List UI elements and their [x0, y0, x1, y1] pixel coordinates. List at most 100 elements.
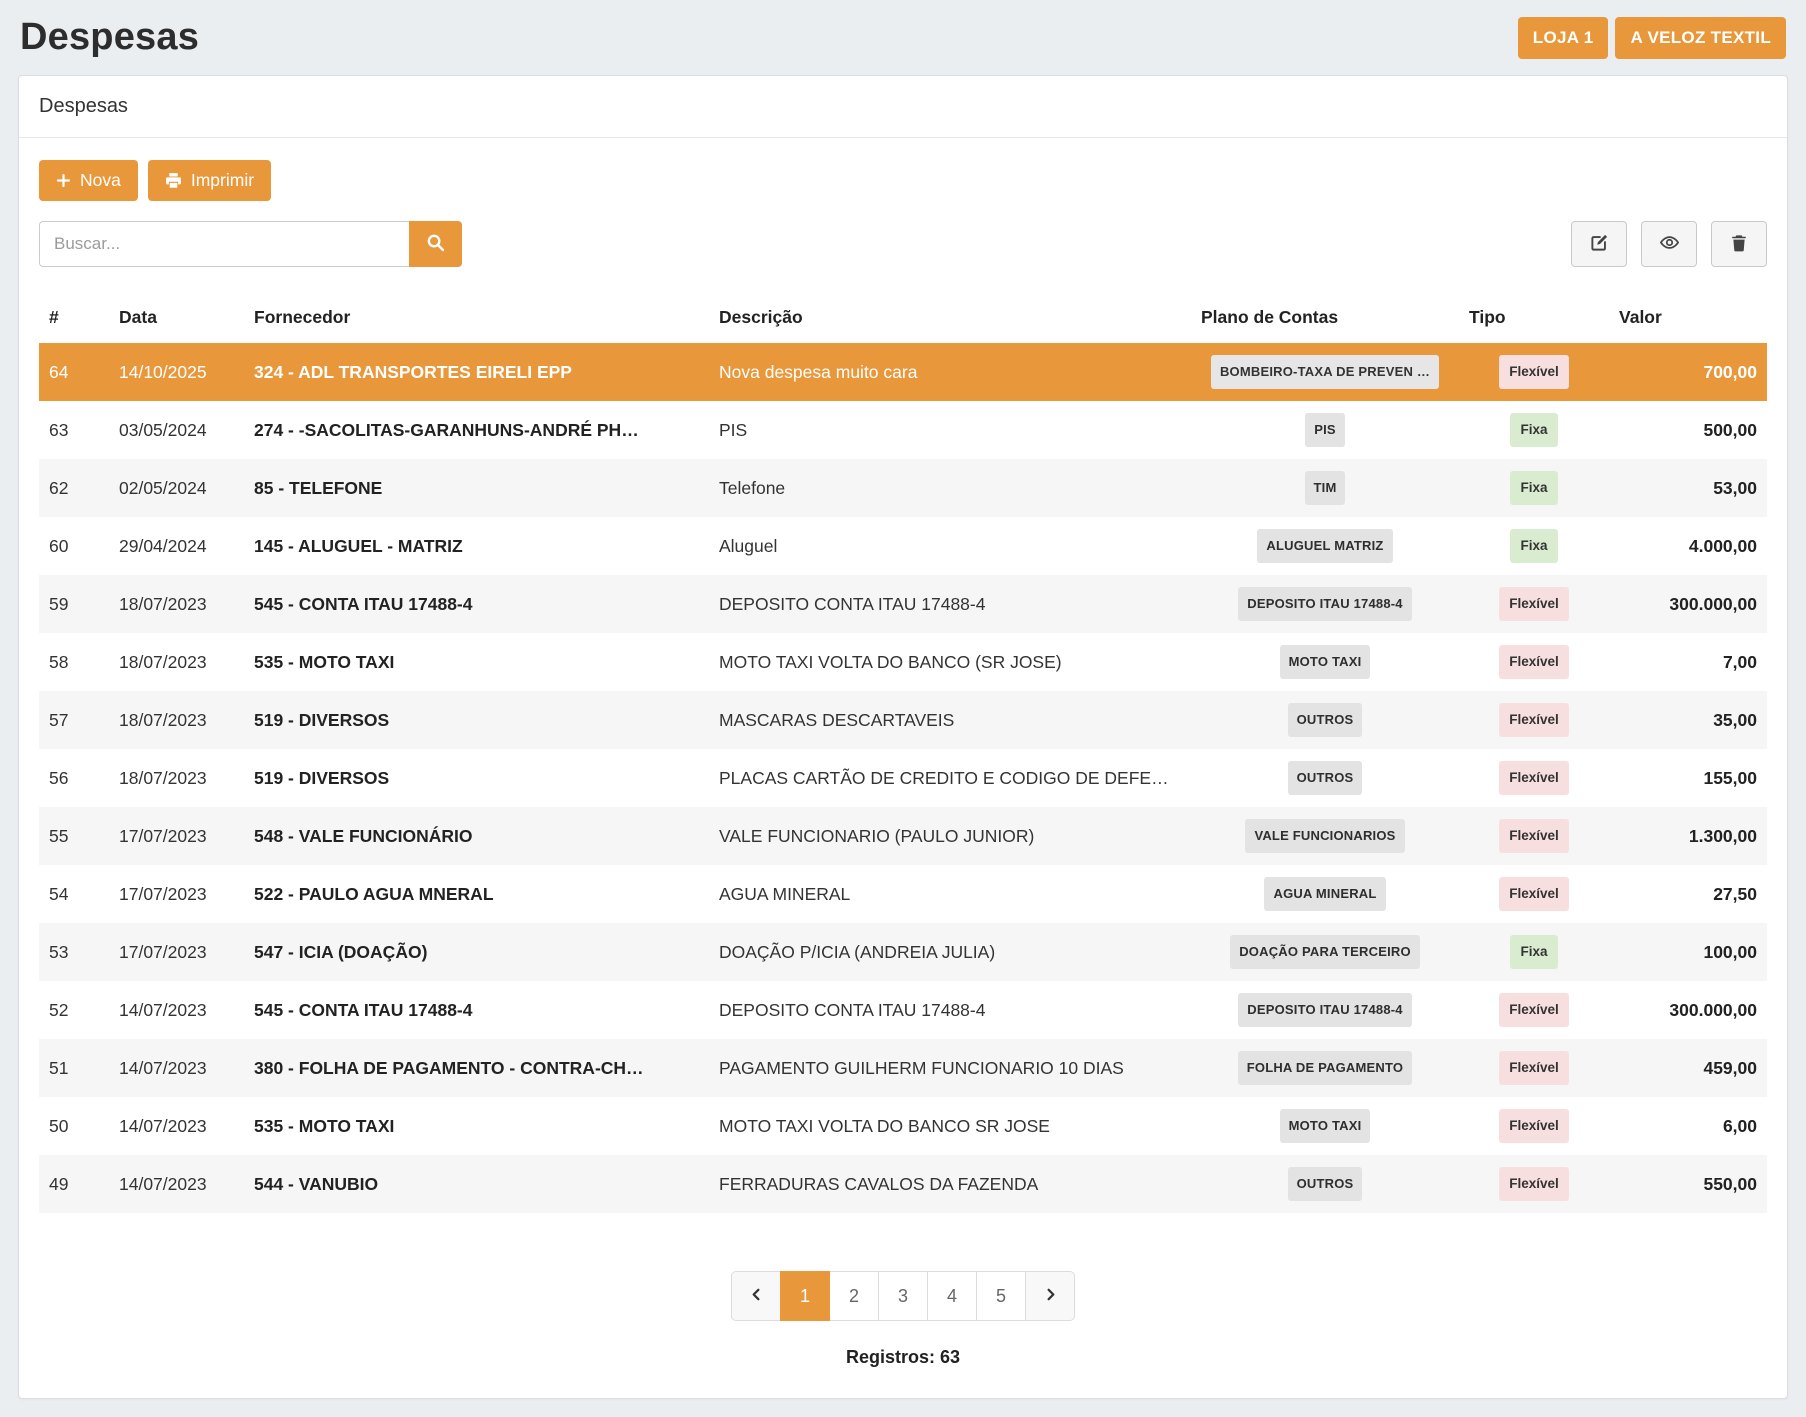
cell-type: Fixa — [1459, 459, 1609, 517]
expenses-table: # Data Fornecedor Descrição Plano de Con… — [39, 293, 1767, 1213]
cell-date: 17/07/2023 — [109, 923, 244, 981]
page-button-2[interactable]: 2 — [829, 1271, 879, 1321]
search-button[interactable] — [409, 221, 462, 267]
table-row[interactable]: 5918/07/2023545 - CONTA ITAU 17488-4DEPO… — [39, 575, 1767, 633]
view-button[interactable] — [1641, 221, 1697, 267]
table-row[interactable]: 6303/05/2024274 - -SACOLITAS-GARANHUNS-A… — [39, 401, 1767, 459]
page-button-1[interactable]: 1 — [780, 1271, 830, 1321]
page-button-5[interactable]: 5 — [976, 1271, 1026, 1321]
table-row[interactable]: 4914/07/2023544 - VANUBIOFERRADURAS CAVA… — [39, 1155, 1767, 1213]
col-header-id: # — [39, 293, 109, 343]
col-header-description: Descrição — [709, 293, 1191, 343]
cell-plan: TIM — [1191, 459, 1459, 517]
type-badge: Flexível — [1499, 1167, 1569, 1201]
cell-description: VALE FUNCIONARIO (PAULO JUNIOR) — [709, 807, 1191, 865]
type-badge: Flexível — [1499, 1051, 1569, 1085]
plan-badge: OUTROS — [1288, 1167, 1363, 1201]
table-row[interactable]: 5417/07/2023522 - PAULO AGUA MNERALAGUA … — [39, 865, 1767, 923]
table-row[interactable]: 6202/05/202485 - TELEFONETelefoneTIMFixa… — [39, 459, 1767, 517]
table-row[interactable]: 5818/07/2023535 - MOTO TAXIMOTO TAXI VOL… — [39, 633, 1767, 691]
cell-date: 14/07/2023 — [109, 1039, 244, 1097]
cell-description: PLACAS CARTÃO DE CREDITO E CODIGO DE DEF… — [709, 749, 1191, 807]
next-page-button[interactable] — [1025, 1271, 1075, 1321]
plan-badge: MOTO TAXI — [1280, 645, 1371, 679]
cell-description: AGUA MINERAL — [709, 865, 1191, 923]
edit-button[interactable] — [1571, 221, 1627, 267]
cell-plan: FOLHA DE PAGAMENTO — [1191, 1039, 1459, 1097]
store-button[interactable]: LOJA 1 — [1518, 17, 1609, 59]
table-row[interactable]: 5317/07/2023547 - ICIA (DOAÇÃO)DOAÇÃO P/… — [39, 923, 1767, 981]
cell-supplier: 380 - FOLHA DE PAGAMENTO - CONTRA-CH… — [244, 1039, 709, 1097]
cell-value: 459,00 — [1609, 1039, 1767, 1097]
cell-value: 35,00 — [1609, 691, 1767, 749]
cell-value: 27,50 — [1609, 865, 1767, 923]
table-header-row: # Data Fornecedor Descrição Plano de Con… — [39, 293, 1767, 343]
plan-badge: VALE FUNCIONARIOS — [1245, 819, 1404, 853]
cell-value: 550,00 — [1609, 1155, 1767, 1213]
cell-id: 53 — [39, 923, 109, 981]
cell-date: 17/07/2023 — [109, 865, 244, 923]
cell-plan: OUTROS — [1191, 749, 1459, 807]
expenses-card: Despesas Nova Imprimir — [18, 75, 1788, 1399]
cell-type: Flexível — [1459, 865, 1609, 923]
table-row[interactable]: 5618/07/2023519 - DIVERSOSPLACAS CARTÃO … — [39, 749, 1767, 807]
new-expense-button[interactable]: Nova — [39, 160, 138, 201]
type-badge: Flexível — [1499, 703, 1569, 737]
delete-button[interactable] — [1711, 221, 1767, 267]
cell-id: 63 — [39, 401, 109, 459]
cell-id: 52 — [39, 981, 109, 1039]
prev-page-button[interactable] — [731, 1271, 781, 1321]
table-row[interactable]: 5214/07/2023545 - CONTA ITAU 17488-4DEPO… — [39, 981, 1767, 1039]
cell-supplier: 535 - MOTO TAXI — [244, 633, 709, 691]
cell-supplier: 522 - PAULO AGUA MNERAL — [244, 865, 709, 923]
cell-value: 100,00 — [1609, 923, 1767, 981]
cell-id: 64 — [39, 343, 109, 401]
cell-date: 18/07/2023 — [109, 575, 244, 633]
cell-plan: VALE FUNCIONARIOS — [1191, 807, 1459, 865]
cell-plan: DEPOSITO ITAU 17488-4 — [1191, 981, 1459, 1039]
cell-id: 54 — [39, 865, 109, 923]
page-button-4[interactable]: 4 — [927, 1271, 977, 1321]
print-button[interactable]: Imprimir — [148, 160, 271, 201]
cell-date: 17/07/2023 — [109, 807, 244, 865]
type-badge: Flexível — [1499, 645, 1569, 679]
cell-id: 62 — [39, 459, 109, 517]
plan-badge: AGUA MINERAL — [1264, 877, 1385, 911]
cell-date: 29/04/2024 — [109, 517, 244, 575]
cell-description: PIS — [709, 401, 1191, 459]
table-row[interactable]: 5014/07/2023535 - MOTO TAXIMOTO TAXI VOL… — [39, 1097, 1767, 1155]
topbar: Despesas LOJA 1 A VELOZ TEXTIL — [20, 16, 1786, 59]
col-header-type: Tipo — [1459, 293, 1609, 343]
cell-plan: OUTROS — [1191, 1155, 1459, 1213]
plan-badge: BOMBEIRO-TAXA DE PREVEN … — [1211, 355, 1439, 389]
search-input[interactable] — [39, 221, 409, 267]
cell-supplier: 324 - ADL TRANSPORTES EIRELI EPP — [244, 343, 709, 401]
cell-supplier: 545 - CONTA ITAU 17488-4 — [244, 981, 709, 1039]
cell-type: Flexível — [1459, 1039, 1609, 1097]
cell-date: 14/07/2023 — [109, 1097, 244, 1155]
type-badge: Flexível — [1499, 587, 1569, 621]
cell-id: 60 — [39, 517, 109, 575]
cell-type: Flexível — [1459, 343, 1609, 401]
pagination: 12345 — [39, 1271, 1767, 1321]
table-row[interactable]: 5718/07/2023519 - DIVERSOSMASCARAS DESCA… — [39, 691, 1767, 749]
table-row[interactable]: 6029/04/2024145 - ALUGUEL - MATRIZAlugue… — [39, 517, 1767, 575]
plan-badge: PIS — [1305, 413, 1345, 447]
cell-id: 49 — [39, 1155, 109, 1213]
cell-description: Nova despesa muito cara — [709, 343, 1191, 401]
cell-supplier: 519 - DIVERSOS — [244, 691, 709, 749]
cell-plan: BOMBEIRO-TAXA DE PREVEN … — [1191, 343, 1459, 401]
table-row[interactable]: 5114/07/2023380 - FOLHA DE PAGAMENTO - C… — [39, 1039, 1767, 1097]
type-badge: Fixa — [1510, 935, 1557, 969]
table-row[interactable]: 6414/10/2025324 - ADL TRANSPORTES EIRELI… — [39, 343, 1767, 401]
table-row[interactable]: 5517/07/2023548 - VALE FUNCIONÁRIOVALE F… — [39, 807, 1767, 865]
cell-plan: DOAÇÃO PARA TERCEIRO — [1191, 923, 1459, 981]
cell-description: DEPOSITO CONTA ITAU 17488-4 — [709, 575, 1191, 633]
cell-description: PAGAMENTO GUILHERM FUNCIONARIO 10 DIAS — [709, 1039, 1191, 1097]
page-button-3[interactable]: 3 — [878, 1271, 928, 1321]
card-body: Nova Imprimir — [19, 138, 1787, 1398]
page-title: Despesas — [20, 16, 199, 59]
plan-badge: DOAÇÃO PARA TERCEIRO — [1230, 935, 1420, 969]
company-button[interactable]: A VELOZ TEXTIL — [1615, 17, 1786, 59]
cell-value: 500,00 — [1609, 401, 1767, 459]
